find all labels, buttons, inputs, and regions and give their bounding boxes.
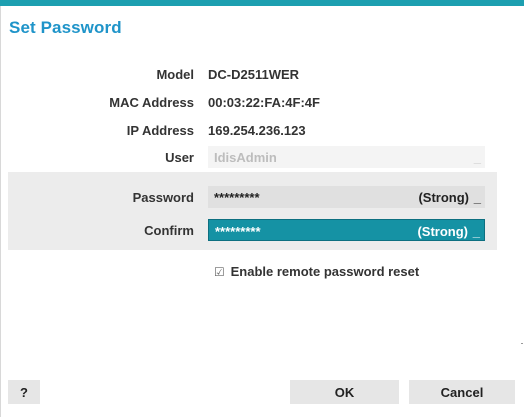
password-field[interactable]: ********* (Strong) _ (208, 186, 485, 208)
enable-remote-reset-option[interactable]: ☑ Enable remote password reset (214, 264, 419, 279)
dialog-left-edge (0, 6, 1, 417)
dialog-top-border (0, 0, 524, 6)
password-masked-value: ********* (214, 190, 260, 205)
password-strength: (Strong) (418, 190, 469, 205)
confirm-label: Confirm (144, 223, 194, 238)
cancel-button[interactable]: Cancel (409, 380, 515, 404)
confirm-masked-value: ********* (215, 224, 261, 239)
confirm-field[interactable]: ********* (Strong) _ (208, 219, 485, 241)
password-label: Password (132, 190, 194, 205)
enable-remote-reset-checkbox[interactable]: ☑ (214, 265, 227, 279)
mac-address-value: 00:03:22:FA:4F:4F (208, 95, 320, 110)
confirm-strength: (Strong) (417, 224, 468, 239)
ip-address-label: IP Address (126, 123, 194, 138)
stray-dot (521, 343, 523, 344)
model-value: DC-D2511WER (208, 67, 300, 82)
mac-address-label: MAC Address (109, 95, 194, 110)
help-button[interactable]: ? (8, 380, 40, 404)
user-label: User (165, 150, 194, 165)
enable-remote-reset-label: Enable remote password reset (230, 264, 420, 279)
dialog-title: Set Password (9, 18, 122, 37)
user-field: IdisAdmin _ (208, 146, 485, 168)
set-password-dialog: Set Password Model DC-D2511WER MAC Addre… (0, 0, 524, 417)
confirm-cursor: _ (472, 224, 480, 239)
model-label: Model (156, 67, 194, 82)
ip-address-value: 169.254.236.123 (208, 123, 306, 138)
user-cursor: _ (473, 150, 481, 165)
user-value: IdisAdmin (214, 150, 277, 165)
password-cursor: _ (473, 190, 481, 205)
ok-button[interactable]: OK (290, 380, 399, 404)
